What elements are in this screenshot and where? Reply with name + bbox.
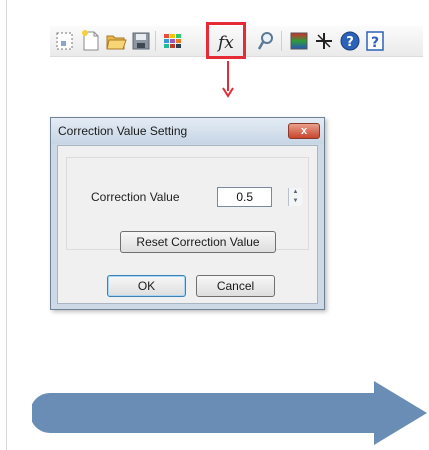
left-border-rule <box>6 0 7 450</box>
cursor-star-icon[interactable] <box>313 29 335 53</box>
spin-up-icon[interactable]: ▲ <box>289 188 302 197</box>
correction-value-dialog: Correction Value Setting x Correction Va… <box>50 117 325 310</box>
svg-text:?: ? <box>371 35 379 51</box>
spin-down-icon[interactable]: ▼ <box>289 197 302 206</box>
select-area-icon[interactable] <box>54 29 76 53</box>
color-palette-icon[interactable] <box>288 29 310 53</box>
correction-group-box: Correction Value 0.5 ▲ ▼ Reset Correctio… <box>66 157 309 253</box>
help-circle-icon[interactable]: ? <box>339 29 361 53</box>
open-folder-icon[interactable] <box>105 29 127 53</box>
fx-highlight-box <box>206 22 246 59</box>
red-down-arrow <box>219 61 237 104</box>
ok-button[interactable]: OK <box>107 275 186 297</box>
correction-value-label: Correction Value <box>91 190 180 204</box>
correction-value-spinner[interactable]: ▲ ▼ <box>288 188 302 206</box>
correction-value-input[interactable]: 0.5 <box>217 187 272 207</box>
save-icon[interactable] <box>130 29 152 53</box>
dialog-body: Correction Value 0.5 ▲ ▼ Reset Correctio… <box>57 145 318 304</box>
dialog-title: Correction Value Setting <box>58 124 188 138</box>
close-icon: x <box>300 125 308 137</box>
svg-text:?: ? <box>346 35 354 50</box>
cancel-button[interactable]: Cancel <box>196 275 275 297</box>
toolbar-separator <box>155 31 156 51</box>
reset-correction-value-button[interactable]: Reset Correction Value <box>120 231 276 253</box>
new-file-icon[interactable] <box>80 29 102 53</box>
magnifier-icon[interactable] <box>255 29 277 53</box>
big-right-arrow <box>30 381 429 450</box>
color-grid-icon[interactable] <box>161 29 183 53</box>
close-button[interactable]: x <box>288 123 320 139</box>
dialog-titlebar[interactable]: Correction Value Setting x <box>51 118 324 144</box>
toolbar-separator <box>281 31 282 51</box>
context-help-icon[interactable]: ? <box>364 29 386 53</box>
